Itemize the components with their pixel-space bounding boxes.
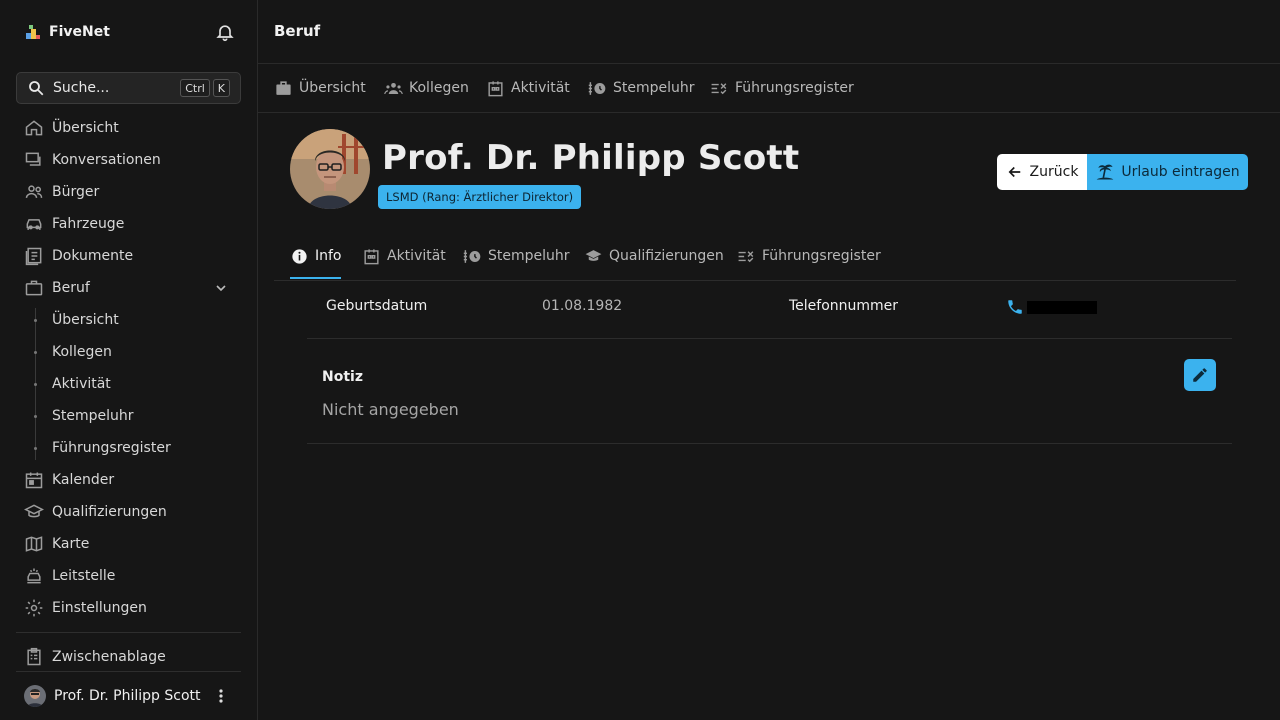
fivenet-logo-icon bbox=[24, 23, 42, 41]
timeclock-icon bbox=[463, 247, 482, 266]
tab-activity[interactable]: Aktivität bbox=[362, 246, 446, 266]
search-icon bbox=[27, 79, 45, 97]
sidebar-item-citizens[interactable]: Bürger bbox=[24, 180, 99, 204]
school-icon bbox=[584, 247, 603, 266]
sidebar: FiveNet Suche... Ctrl K Übersicht Konver… bbox=[0, 0, 258, 720]
clipboard-icon bbox=[24, 647, 44, 667]
home-icon bbox=[24, 118, 44, 138]
kbd-ctrl: Ctrl bbox=[180, 79, 210, 97]
arrow-left-icon bbox=[1006, 163, 1024, 181]
list-check-icon bbox=[737, 247, 756, 266]
users-icon bbox=[24, 182, 44, 202]
chat-icon bbox=[24, 150, 44, 170]
sidebar-item-vehicles[interactable]: Fahrzeuge bbox=[24, 212, 124, 236]
sidebar-subitem-conduct-register[interactable]: Führungsregister bbox=[52, 436, 171, 460]
timeclock-icon bbox=[588, 79, 607, 98]
back-button[interactable]: Zurück bbox=[997, 154, 1087, 190]
tab-timeclock[interactable]: Stempeluhr bbox=[463, 246, 570, 266]
more-vertical-icon[interactable] bbox=[213, 688, 229, 704]
car-icon bbox=[24, 214, 44, 234]
subnav-conduct-register[interactable]: Führungsregister bbox=[710, 78, 854, 98]
redacted-phone-number bbox=[1027, 301, 1097, 314]
sidebar-subitem-activity[interactable]: Aktivität bbox=[52, 372, 111, 396]
beach-icon bbox=[1095, 162, 1115, 182]
app-name: FiveNet bbox=[49, 24, 110, 40]
subnav-colleagues[interactable]: Kollegen bbox=[384, 78, 469, 98]
birthdate-label: Geburtsdatum bbox=[326, 298, 428, 314]
brand[interactable]: FiveNet bbox=[24, 20, 110, 44]
topbar: Beruf bbox=[258, 0, 1280, 64]
profile-name: Prof. Dr. Philipp Scott bbox=[382, 138, 800, 178]
profile-tabs: Info Aktivität Stempeluhr Qualifizierung… bbox=[274, 240, 1236, 281]
sidebar-subitem-timeclock[interactable]: Stempeluhr bbox=[52, 404, 134, 428]
page-title: Beruf bbox=[274, 22, 321, 40]
document-icon bbox=[24, 246, 44, 266]
rank-badge: LSMD (Rang: Ärztlicher Direktor) bbox=[378, 185, 582, 209]
dispatch-icon bbox=[24, 566, 44, 586]
briefcase-icon bbox=[24, 278, 44, 298]
list-check-icon bbox=[710, 79, 729, 98]
info-icon bbox=[290, 247, 309, 266]
sidebar-item-conversations[interactable]: Konversationen bbox=[24, 148, 161, 172]
note-value: Nicht angegeben bbox=[322, 400, 459, 419]
sidebar-item-job[interactable]: Beruf bbox=[24, 276, 90, 300]
tab-qualifications[interactable]: Qualifizierungen bbox=[584, 246, 724, 266]
gear-icon bbox=[24, 598, 44, 618]
user-menu[interactable]: Prof. Dr. Philipp Scott bbox=[24, 684, 201, 708]
subnav-timeclock[interactable]: Stempeluhr bbox=[588, 78, 695, 98]
profile-avatar bbox=[290, 129, 370, 209]
search-placeholder: Suche... bbox=[53, 80, 110, 96]
subnav-overview[interactable]: Übersicht bbox=[274, 78, 366, 98]
briefcase-icon bbox=[274, 79, 293, 98]
tab-info[interactable]: Info bbox=[290, 246, 342, 266]
chevron-down-icon[interactable] bbox=[213, 280, 229, 296]
map-icon bbox=[24, 534, 44, 554]
active-tab-indicator bbox=[290, 277, 341, 279]
tab-conduct-register[interactable]: Führungsregister bbox=[737, 246, 881, 266]
sidebar-subitem-overview[interactable]: Übersicht bbox=[52, 308, 119, 332]
birthdate-value: 01.08.1982 bbox=[542, 298, 623, 314]
phone-label: Telefonnummer bbox=[789, 298, 899, 314]
sidebar-item-qualifications[interactable]: Qualifizierungen bbox=[24, 500, 167, 524]
sidebar-item-clipboard[interactable]: Zwischenablage bbox=[24, 645, 166, 669]
calendar-icon bbox=[24, 470, 44, 490]
sidebar-item-settings[interactable]: Einstellungen bbox=[24, 596, 147, 620]
add-vacation-button[interactable]: Urlaub eintragen bbox=[1087, 154, 1248, 190]
activity-icon bbox=[486, 79, 505, 98]
sidebar-item-overview[interactable]: Übersicht bbox=[24, 116, 119, 140]
sidebar-subitem-colleagues[interactable]: Kollegen bbox=[52, 340, 112, 364]
sidebar-item-dispatch[interactable]: Leitstelle bbox=[24, 564, 115, 588]
note-label: Notiz bbox=[322, 369, 363, 385]
bell-icon[interactable] bbox=[215, 22, 235, 42]
sidebar-item-calendar[interactable]: Kalender bbox=[24, 468, 114, 492]
activity-icon bbox=[362, 247, 381, 266]
school-icon bbox=[24, 502, 44, 522]
phone-icon[interactable] bbox=[1006, 298, 1024, 316]
search-input[interactable]: Suche... Ctrl K bbox=[16, 72, 241, 104]
job-subnav: Übersicht Kollegen Aktivität Stempeluhr … bbox=[258, 64, 1280, 113]
sidebar-item-map[interactable]: Karte bbox=[24, 532, 89, 556]
subnav-activity[interactable]: Aktivität bbox=[486, 78, 570, 98]
sidebar-item-documents[interactable]: Dokumente bbox=[24, 244, 133, 268]
users-icon bbox=[384, 79, 403, 98]
pencil-icon bbox=[1191, 366, 1209, 384]
edit-note-button[interactable] bbox=[1184, 359, 1216, 391]
user-name: Prof. Dr. Philipp Scott bbox=[54, 688, 201, 704]
kbd-k: K bbox=[212, 79, 230, 97]
avatar bbox=[24, 685, 46, 707]
